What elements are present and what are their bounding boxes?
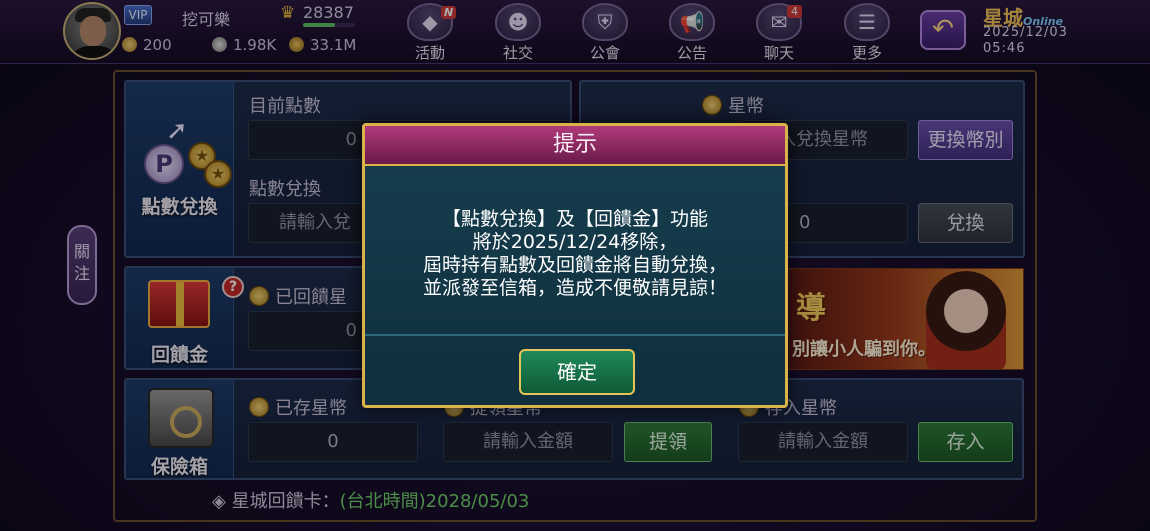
dialog-line: 【點數兌換】及【回饋金】功能 (441, 208, 708, 230)
confirm-button[interactable]: 確定 (519, 349, 635, 395)
dialog-line: 將於2025/12/24移除， (472, 231, 678, 253)
dialog-line: 屆時持有點數及回饋金將自動兌換， (422, 254, 727, 276)
dialog-line: 並派發至信箱，造成不便敬請見諒！ (422, 277, 727, 299)
dialog-title: 提示 (365, 126, 785, 166)
dialog-message: 【點數兌換】及【回饋金】功能 將於2025/12/24移除， 屆時持有點數及回饋… (365, 166, 785, 336)
notice-dialog: 提示 【點數兌換】及【回饋金】功能 將於2025/12/24移除， 屆時持有點數… (362, 123, 788, 408)
